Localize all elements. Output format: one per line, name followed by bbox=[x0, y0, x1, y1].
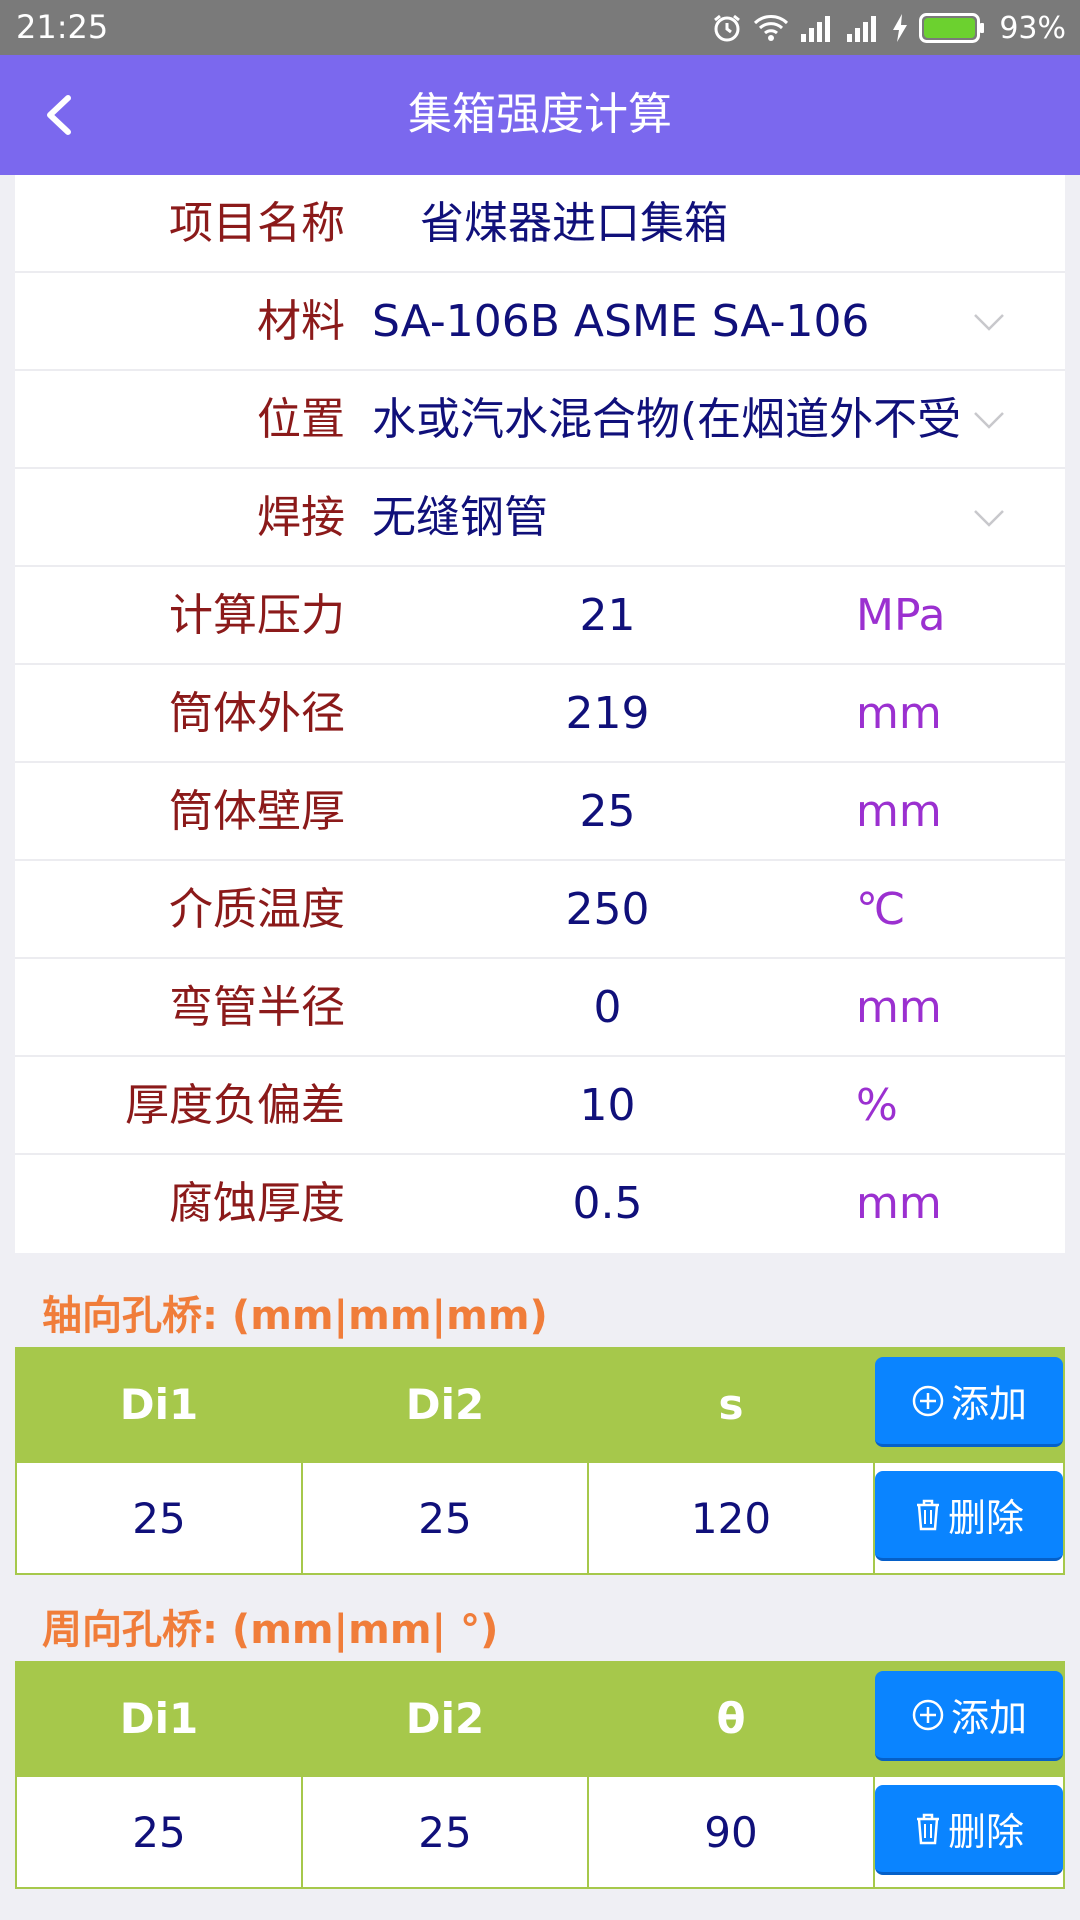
corrosion-thickness-unit: mm bbox=[856, 1178, 942, 1229]
pressure-row: 计算压力 21 MPa bbox=[15, 567, 1065, 665]
bend-radius-label: 弯管半径 bbox=[169, 982, 345, 1033]
status-icons: 93% bbox=[711, 6, 1066, 50]
outer-diameter-label: 筒体外径 bbox=[169, 688, 345, 739]
wifi-icon bbox=[754, 15, 789, 41]
medium-temp-input[interactable]: 250 bbox=[435, 861, 780, 959]
position-select[interactable]: 水或汽水混合物(在烟道外不受 bbox=[372, 371, 1062, 469]
bend-radius-input[interactable]: 0 bbox=[435, 959, 780, 1057]
action-cell: 删除 bbox=[875, 1777, 1063, 1887]
welding-row[interactable]: 焊接 无缝钢管 bbox=[15, 469, 1065, 567]
circumferential-bridge-table: Di1 Di2 θ 添加 25 25 90 删除 bbox=[15, 1661, 1065, 1889]
table-header-row: Di1 Di2 s 添加 bbox=[17, 1349, 1063, 1461]
material-label: 材料 bbox=[257, 296, 345, 347]
delete-button-label: 删除 bbox=[947, 1496, 1024, 1540]
table-header-row: Di1 Di2 θ 添加 bbox=[17, 1663, 1063, 1775]
corrosion-thickness-input[interactable]: 0.5 bbox=[435, 1155, 780, 1253]
thickness-tolerance-row: 厚度负偏差 10 % bbox=[15, 1057, 1065, 1155]
welding-label: 焊接 bbox=[257, 492, 345, 543]
add-button-label: 添加 bbox=[950, 1696, 1027, 1740]
wall-thickness-row: 筒体壁厚 25 mm bbox=[15, 763, 1065, 861]
medium-temp-unit: ℃ bbox=[856, 884, 906, 935]
thickness-tolerance-unit: % bbox=[856, 1080, 898, 1131]
back-button[interactable] bbox=[36, 90, 86, 140]
outer-diameter-row: 筒体外径 219 mm bbox=[15, 665, 1065, 763]
medium-temp-label: 介质温度 bbox=[169, 884, 345, 935]
delete-button[interactable]: 删除 bbox=[875, 1785, 1063, 1875]
material-select[interactable]: SA-106B ASME SA-106 bbox=[372, 273, 1062, 371]
column-header: θ bbox=[589, 1663, 875, 1775]
column-header: Di1 bbox=[17, 1349, 303, 1461]
project-name-row: 项目名称 省煤器进口集箱 bbox=[15, 175, 1065, 273]
signal-icon bbox=[847, 16, 877, 42]
delete-button[interactable]: 删除 bbox=[875, 1471, 1063, 1561]
outer-diameter-input[interactable]: 219 bbox=[435, 665, 780, 763]
column-header: Di1 bbox=[17, 1663, 303, 1775]
column-header: s bbox=[589, 1349, 875, 1461]
material-row[interactable]: 材料 SA-106B ASME SA-106 bbox=[15, 273, 1065, 371]
chevron-down-icon bbox=[974, 314, 1004, 331]
table-cell[interactable]: 90 bbox=[589, 1777, 875, 1889]
corrosion-thickness-label: 腐蚀厚度 bbox=[169, 1178, 345, 1229]
bend-radius-unit: mm bbox=[856, 982, 942, 1033]
axial-bridge-table: Di1 Di2 s 添加 25 25 120 删除 bbox=[15, 1347, 1065, 1575]
pressure-input[interactable]: 21 bbox=[435, 567, 780, 665]
action-cell: 添加 bbox=[875, 1663, 1063, 1775]
alarm-icon bbox=[714, 14, 741, 42]
chevron-left-icon bbox=[47, 95, 71, 135]
position-row[interactable]: 位置 水或汽水混合物(在烟道外不受 bbox=[15, 371, 1065, 469]
pressure-unit: MPa bbox=[856, 590, 946, 641]
plus-circle-icon bbox=[912, 1699, 944, 1730]
thickness-tolerance-input[interactable]: 10 bbox=[435, 1057, 780, 1155]
outer-diameter-unit: mm bbox=[856, 688, 942, 739]
form-card: 项目名称 省煤器进口集箱 材料 SA-106B ASME SA-106 位置 水… bbox=[15, 175, 1065, 1253]
column-header: Di2 bbox=[303, 1663, 589, 1775]
bend-radius-row: 弯管半径 0 mm bbox=[15, 959, 1065, 1057]
thickness-tolerance-label: 厚度负偏差 bbox=[125, 1080, 345, 1131]
wall-thickness-unit: mm bbox=[856, 786, 942, 837]
welding-select[interactable]: 无缝钢管 bbox=[372, 469, 1062, 567]
table-cell[interactable]: 25 bbox=[303, 1777, 589, 1889]
project-name-input[interactable]: 省煤器进口集箱 bbox=[420, 175, 728, 273]
trash-icon bbox=[916, 1813, 939, 1844]
table-row: 25 25 120 删除 bbox=[17, 1461, 1063, 1575]
add-button-label: 添加 bbox=[950, 1382, 1027, 1426]
position-label: 位置 bbox=[257, 394, 345, 445]
app-bar: 集箱强度计算 bbox=[0, 55, 1080, 175]
status-time: 21:25 bbox=[16, 8, 109, 46]
add-button[interactable]: 添加 bbox=[875, 1357, 1063, 1447]
table-cell[interactable]: 25 bbox=[17, 1463, 303, 1575]
chevron-down-icon bbox=[974, 412, 1004, 429]
pressure-label: 计算压力 bbox=[169, 590, 345, 641]
battery-percent: 93% bbox=[999, 10, 1066, 46]
plus-circle-icon bbox=[912, 1385, 944, 1416]
signal-icon bbox=[801, 16, 831, 42]
action-cell: 删除 bbox=[875, 1463, 1063, 1573]
action-cell: 添加 bbox=[875, 1349, 1063, 1461]
axial-bridge-title: 轴向孔桥: (mm|mm|mm) bbox=[42, 1293, 548, 1339]
column-header: Di2 bbox=[303, 1349, 589, 1461]
project-name-label: 项目名称 bbox=[169, 198, 345, 249]
battery-icon bbox=[919, 13, 985, 43]
table-cell[interactable]: 25 bbox=[303, 1463, 589, 1575]
wall-thickness-label: 筒体壁厚 bbox=[169, 786, 345, 837]
status-bar: 21:25 93% bbox=[0, 0, 1080, 55]
medium-temp-row: 介质温度 250 ℃ bbox=[15, 861, 1065, 959]
wall-thickness-input[interactable]: 25 bbox=[435, 763, 780, 861]
corrosion-thickness-row: 腐蚀厚度 0.5 mm bbox=[15, 1155, 1065, 1253]
table-cell[interactable]: 25 bbox=[17, 1777, 303, 1889]
trash-icon bbox=[916, 1499, 939, 1530]
chevron-down-icon bbox=[974, 510, 1004, 527]
delete-button-label: 删除 bbox=[947, 1810, 1024, 1854]
circumferential-bridge-title: 周向孔桥: (mm|mm| °) bbox=[42, 1607, 499, 1653]
table-row: 25 25 90 删除 bbox=[17, 1775, 1063, 1889]
page-title: 集箱强度计算 bbox=[408, 89, 672, 140]
table-cell[interactable]: 120 bbox=[589, 1463, 875, 1575]
charging-icon bbox=[893, 14, 908, 42]
add-button[interactable]: 添加 bbox=[875, 1671, 1063, 1761]
